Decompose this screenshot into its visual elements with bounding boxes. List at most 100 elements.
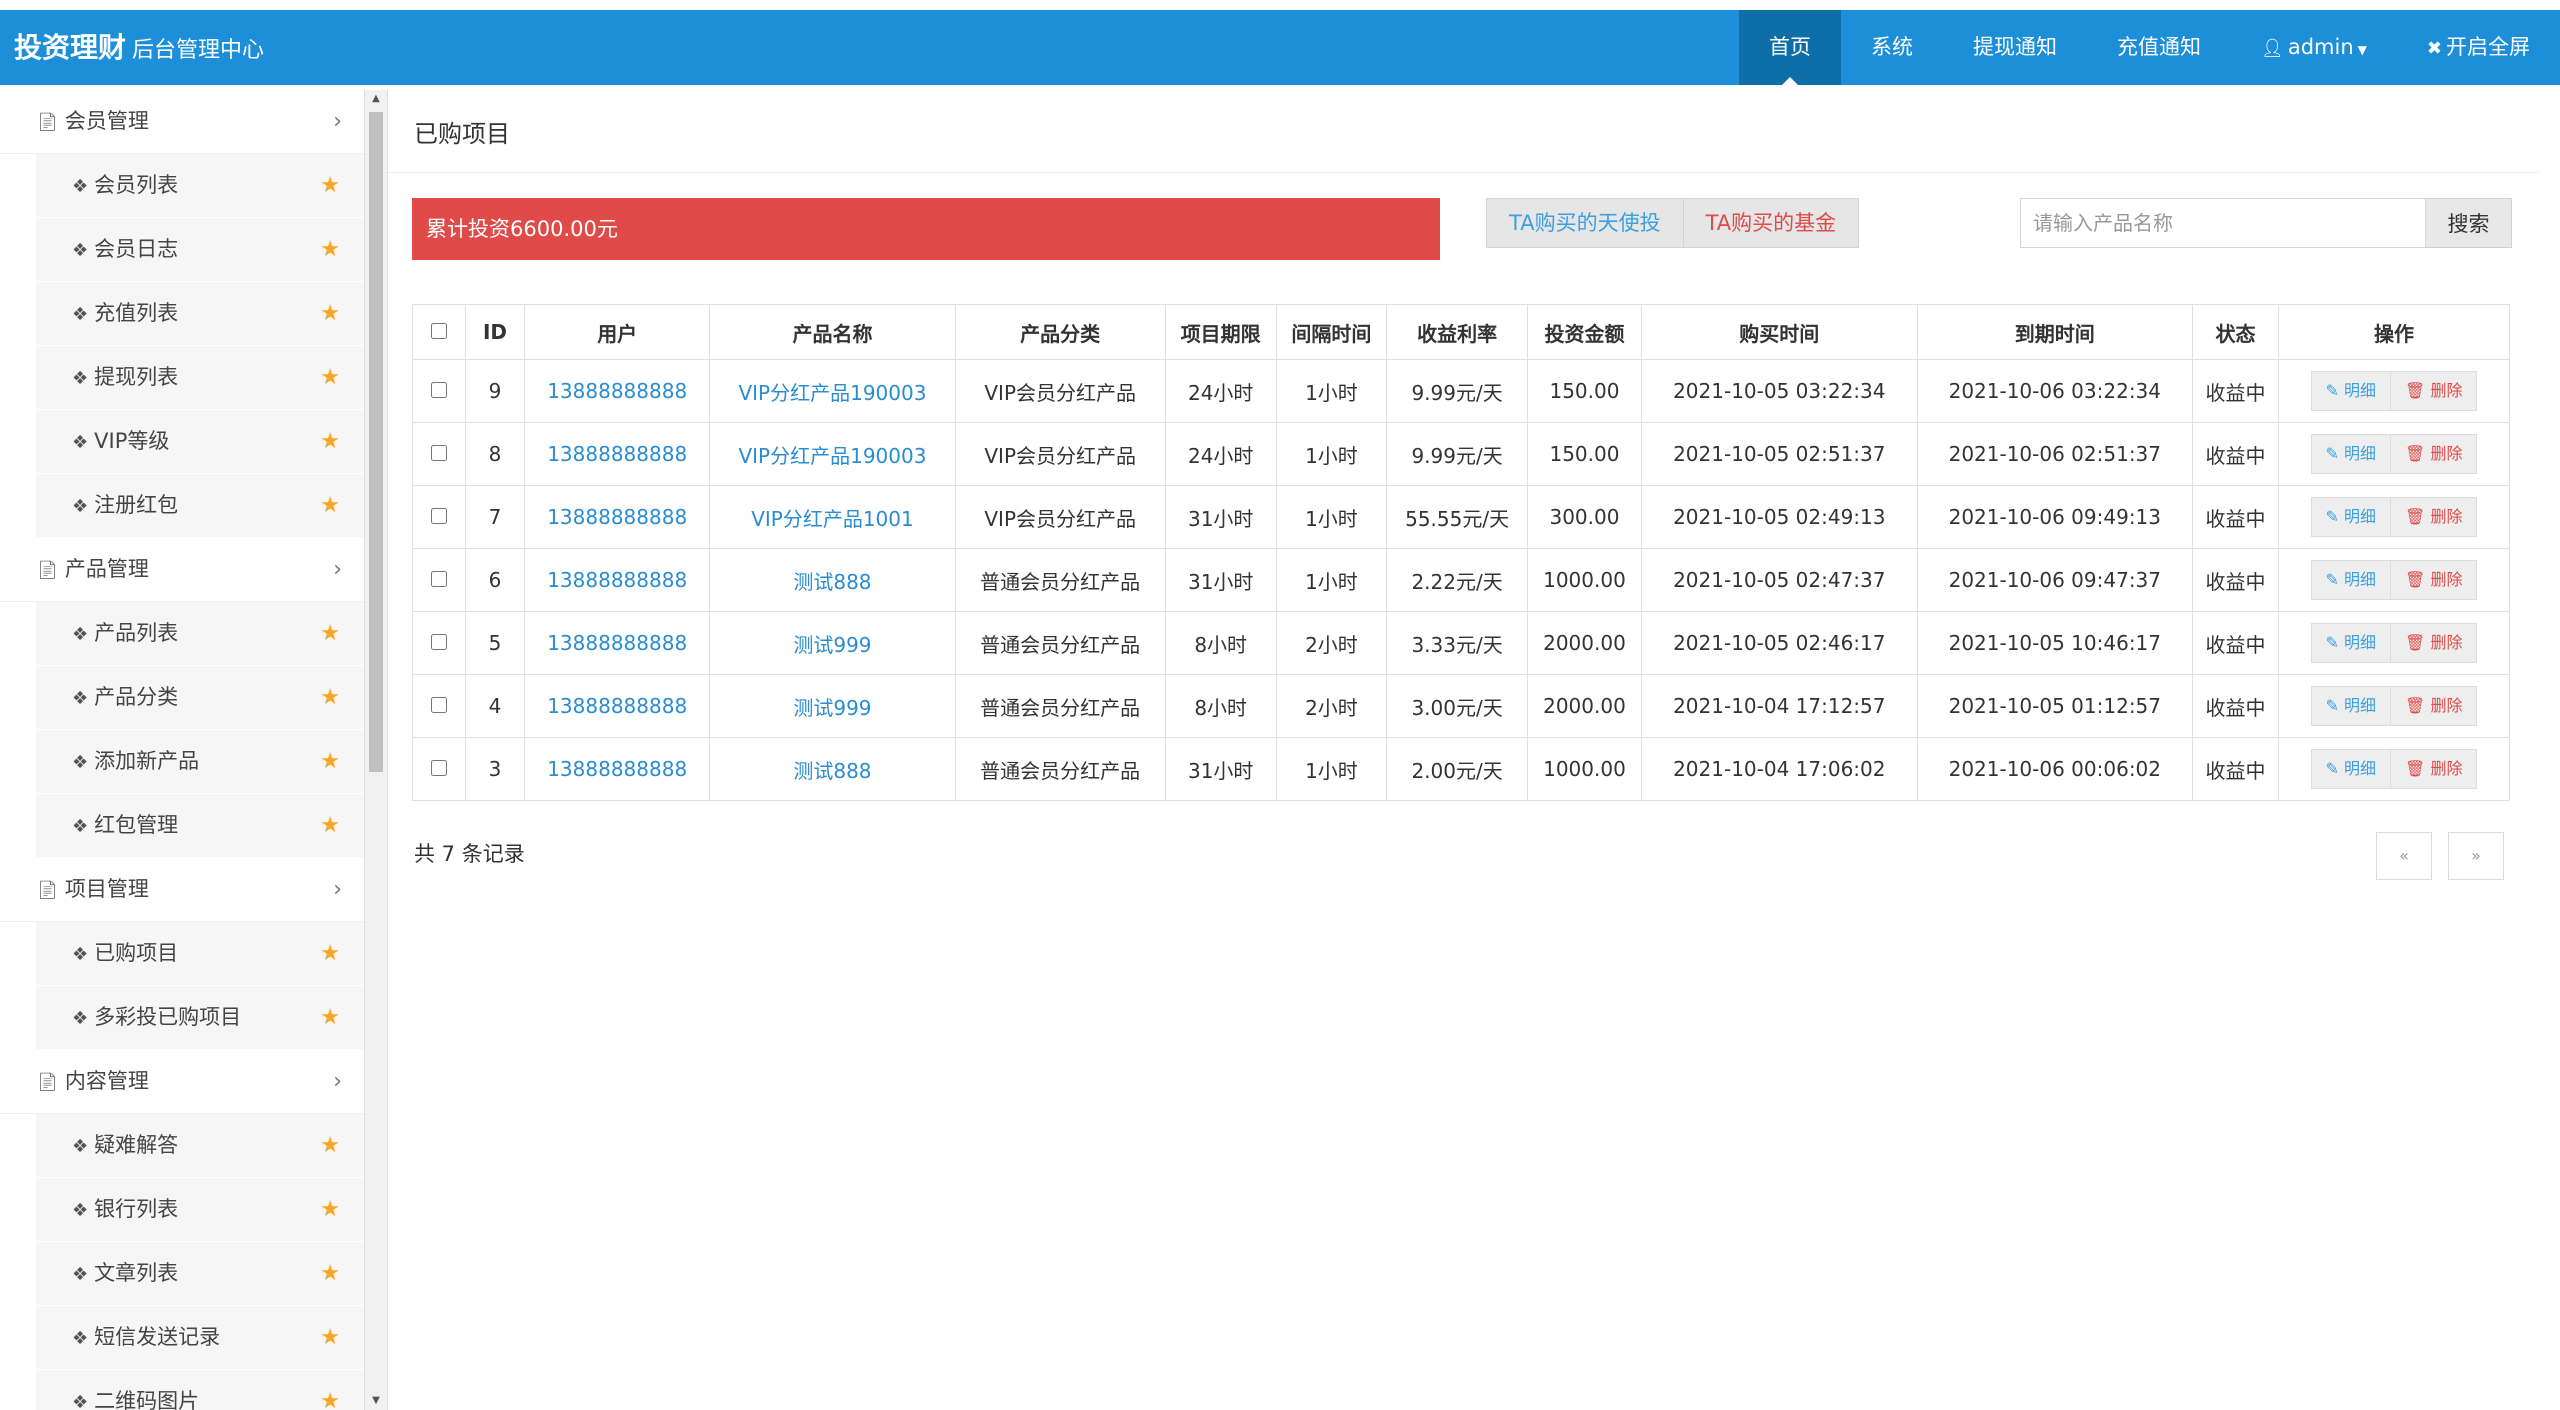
product-link[interactable]: VIP分红产品190003 [738, 381, 926, 405]
action-group: ✎ 明细 🗑︎ 删除 [2310, 497, 2478, 537]
sidebar-item-faq[interactable]: ❖ 疑难解答 ★ [36, 1114, 364, 1178]
row-checkbox[interactable] [431, 760, 447, 776]
sidebar-group-content[interactable]: 📄︎ 内容管理 › [0, 1050, 364, 1114]
sidebar-group-products[interactable]: 📄︎ 产品管理 › [0, 538, 364, 602]
row-checkbox[interactable] [431, 445, 447, 461]
nav-home[interactable]: 首页 [1739, 10, 1841, 85]
product-link[interactable]: 测试888 [793, 570, 871, 594]
sidebar-group-label: 内容管理 [64, 1069, 149, 1093]
search-button[interactable]: 搜索 [2426, 198, 2512, 248]
product-link[interactable]: 测试999 [793, 633, 871, 657]
delete-button[interactable]: 🗑︎ 删除 [2391, 560, 2478, 600]
sidebar-item-purchased-projects[interactable]: ❖ 已购项目 ★ [36, 922, 364, 986]
sidebar-item-vip-level[interactable]: ❖ VIP等级 ★ [36, 410, 364, 474]
delete-button[interactable]: 🗑︎ 删除 [2391, 434, 2478, 474]
row-checkbox[interactable] [431, 697, 447, 713]
detail-button[interactable]: ✎ 明细 [2310, 686, 2392, 726]
table-cell: 13888888888 [523, 359, 711, 423]
delete-button[interactable]: 🗑︎ 删除 [2391, 749, 2478, 789]
table-cell: 收益中 [2192, 674, 2279, 738]
puzzle-icon: ❖ [72, 944, 89, 965]
sidebar-item-label: 会员列表 [94, 173, 179, 197]
tab-fund[interactable]: TA购买的基金 [1683, 198, 1860, 248]
detail-button[interactable]: ✎ 明细 [2310, 749, 2392, 789]
sidebar-item-member-list[interactable]: ❖ 会员列表 ★ [36, 154, 364, 218]
sidebar-scrollbar[interactable]: ▲ ▼ [364, 90, 388, 1410]
user-menu[interactable]: 👤︎ admin ▼ [2231, 10, 2397, 85]
row-checkbox[interactable] [431, 634, 447, 650]
scroll-thumb[interactable] [369, 112, 383, 772]
select-all-checkbox[interactable] [431, 323, 447, 339]
scroll-down-arrow-icon[interactable]: ▼ [365, 1392, 387, 1410]
table-cell: 2021-10-05 01:12:57 [1916, 674, 2194, 738]
fullscreen-button[interactable]: ✖ 开启全屏 [2397, 10, 2560, 85]
tab-angel-invest[interactable]: TA购买的天使投 [1486, 198, 1684, 248]
user-link[interactable]: 13888888888 [547, 694, 687, 718]
nav-withdraw-notice[interactable]: 提现通知 [1943, 10, 2087, 85]
user-link[interactable]: 13888888888 [547, 379, 687, 403]
table-cell: 5 [465, 611, 525, 675]
table-row: 5 13888888888 测试999 普通会员分红产品 8小时 2小时 3.33元/天 20… [412, 611, 2510, 675]
user-link[interactable]: 13888888888 [547, 631, 687, 655]
scroll-up-arrow-icon[interactable]: ▲ [365, 90, 387, 108]
record-count: 共 7 条记录 [414, 842, 525, 866]
table-cell: 2021-10-06 00:06:02 [1916, 737, 2194, 801]
next-page-button[interactable]: » [2448, 832, 2504, 880]
sidebar-item-withdraw-list[interactable]: ❖ 提现列表 ★ [36, 346, 364, 410]
sidebar-item-sms-log[interactable]: ❖ 短信发送记录 ★ [36, 1306, 364, 1370]
nav-system[interactable]: 系统 [1841, 10, 1943, 85]
sidebar-item-product-category[interactable]: ❖ 产品分类 ★ [36, 666, 364, 730]
detail-button[interactable]: ✎ 明细 [2310, 623, 2392, 663]
user-link[interactable]: 13888888888 [547, 757, 687, 781]
sidebar-item-add-product[interactable]: ❖ 添加新产品 ★ [36, 730, 364, 794]
table-cell: 2021-10-05 02:46:17 [1641, 611, 1918, 675]
sidebar-item-redpacket[interactable]: ❖ 红包管理 ★ [36, 794, 364, 858]
product-link[interactable]: VIP分红产品190003 [738, 444, 926, 468]
edit-icon: ✎ [2325, 381, 2345, 400]
search-box: 搜索 [2020, 198, 2512, 248]
table-cell: 300.00 [1526, 485, 1643, 549]
puzzle-icon: ❖ [72, 624, 89, 645]
delete-button[interactable]: 🗑︎ 删除 [2391, 371, 2478, 411]
user-link[interactable]: 13888888888 [547, 442, 687, 466]
user-link[interactable]: 13888888888 [547, 568, 687, 592]
user-link[interactable]: 13888888888 [547, 505, 687, 529]
sidebar-group-projects[interactable]: 📄︎ 项目管理 › [0, 858, 364, 922]
detail-button[interactable]: ✎ 明细 [2310, 371, 2392, 411]
row-checkbox[interactable] [431, 508, 447, 524]
purchased-projects-table: ID 用户 产品名称 产品分类 项目期限 间隔时间 收益利率 投资金额 购买时间… [412, 304, 2510, 801]
detail-button[interactable]: ✎ 明细 [2310, 434, 2392, 474]
detail-button[interactable]: ✎ 明细 [2310, 497, 2392, 537]
brand-subtitle: 后台管理中心 [132, 38, 265, 63]
table-cell: 1000.00 [1526, 737, 1643, 801]
sidebar-item-bank-list[interactable]: ❖ 银行列表 ★ [36, 1178, 364, 1242]
row-select-cell [412, 485, 466, 549]
delete-button[interactable]: 🗑︎ 删除 [2391, 623, 2478, 663]
star-icon: ★ [320, 685, 340, 710]
sidebar-item-recharge-list[interactable]: ❖ 充值列表 ★ [36, 282, 364, 346]
sidebar-item-dct-purchased[interactable]: ❖ 多彩投已购项目 ★ [36, 986, 364, 1050]
prev-page-button[interactable]: « [2376, 832, 2432, 880]
row-checkbox[interactable] [431, 382, 447, 398]
delete-button[interactable]: 🗑︎ 删除 [2391, 497, 2478, 537]
sidebar-item-member-log[interactable]: ❖ 会员日志 ★ [36, 218, 364, 282]
table-cell: 收益中 [2192, 737, 2279, 801]
sidebar-item-product-list[interactable]: ❖ 产品列表 ★ [36, 602, 364, 666]
delete-button[interactable]: 🗑︎ 删除 [2391, 686, 2478, 726]
action-group: ✎ 明细 🗑︎ 删除 [2310, 434, 2478, 474]
sidebar-item-label: 红包管理 [94, 813, 179, 837]
product-link[interactable]: VIP分红产品1001 [751, 507, 914, 531]
sidebar-item-register-bonus[interactable]: ❖ 注册红包 ★ [36, 474, 364, 538]
product-link[interactable]: 测试888 [793, 759, 871, 783]
sidebar-item-article-list[interactable]: ❖ 文章列表 ★ [36, 1242, 364, 1306]
product-link[interactable]: 测试999 [793, 696, 871, 720]
nav-recharge-notice[interactable]: 充值通知 [2087, 10, 2231, 85]
search-input[interactable] [2020, 198, 2426, 248]
row-select-cell [412, 674, 466, 738]
nav-recharge-label: 充值通知 [2117, 35, 2201, 59]
sidebar-group-members[interactable]: 📄︎ 会员管理 › [0, 90, 364, 154]
row-checkbox[interactable] [431, 571, 447, 587]
edit-icon: ✎ [2325, 759, 2345, 778]
sidebar-item-qrcode[interactable]: ❖ 二维码图片 ★ [36, 1370, 364, 1410]
detail-button[interactable]: ✎ 明细 [2310, 560, 2392, 600]
